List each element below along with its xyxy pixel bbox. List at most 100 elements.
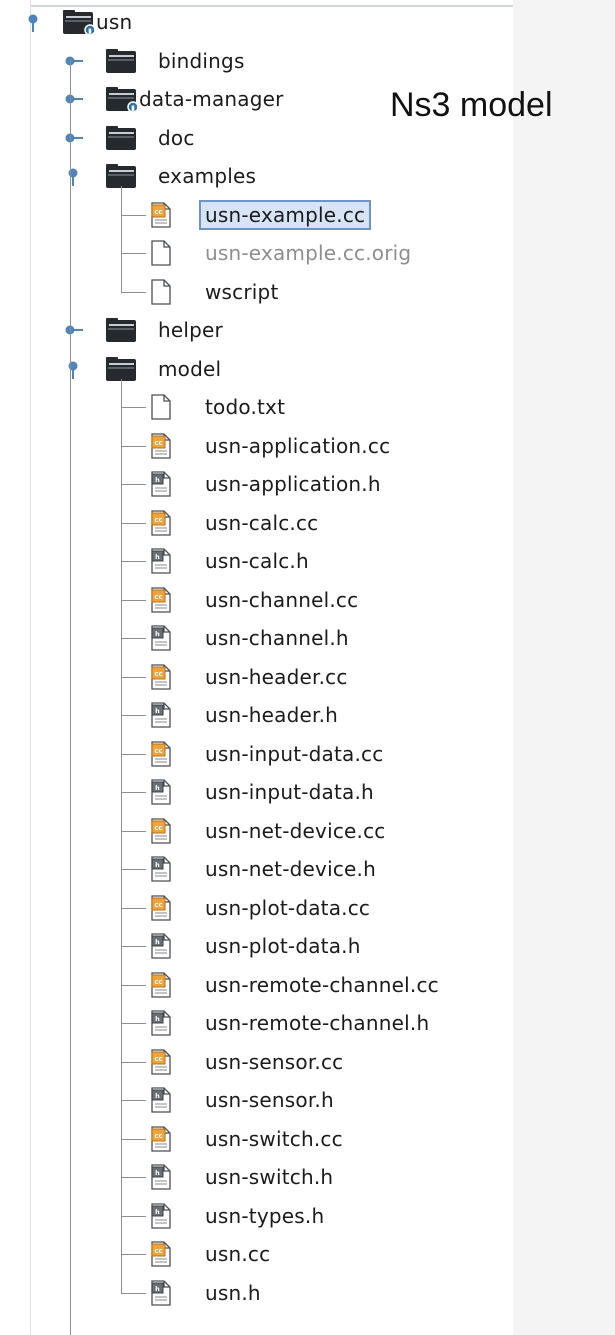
header-file-icon: h <box>151 548 171 574</box>
header-file-icon: h <box>151 1202 171 1229</box>
file-label: usn-switch.h <box>205 1165 334 1189</box>
file-label: usn.h <box>205 1280 261 1305</box>
tree-branch-line <box>121 484 146 485</box>
file-label: usn-channel.h <box>205 626 349 650</box>
file-label: usn-calc.h <box>205 549 309 573</box>
svg-text:h: h <box>155 1015 160 1023</box>
cc-file-icon: cc <box>151 894 171 921</box>
file-usn-header-cc[interactable]: cc usn-header.cc <box>150 659 348 695</box>
file-todo-txt[interactable]: todo.txt <box>150 389 285 425</box>
folder-label: examples <box>158 164 257 188</box>
file-label: usn-remote-channel.h <box>205 1011 430 1035</box>
expand-toggle-icon[interactable] <box>63 51 83 71</box>
file-wscript[interactable]: wscript <box>150 274 279 310</box>
tree-branch-line <box>121 1216 146 1217</box>
header-file-icon: h <box>151 471 171 497</box>
svg-text:cc: cc <box>154 670 162 678</box>
file-usn-sensor-cc[interactable]: cc usn-sensor.cc <box>150 1044 343 1080</box>
file-usn-net-device-cc[interactable]: cc usn-net-device.cc <box>150 813 385 849</box>
svg-text:cc: cc <box>154 1132 162 1140</box>
header-file-icon: h <box>151 1279 171 1306</box>
header-file-icon: h <box>151 1087 171 1113</box>
left-edge-line <box>30 0 31 1335</box>
file-usn-example-cc-orig[interactable]: usn-example.cc.orig <box>150 235 411 271</box>
tree-branch-line <box>121 215 146 216</box>
file-usn-remote-channel-h[interactable]: h usn-remote-channel.h <box>150 1005 429 1041</box>
header-file-icon: h <box>151 1164 171 1190</box>
file-usn-plot-data-cc[interactable]: cc usn-plot-data.cc <box>150 890 370 926</box>
file-usn-net-device-h[interactable]: h usn-net-device.h <box>150 851 376 887</box>
file-label: usn-application.h <box>205 472 381 496</box>
file-usn-example-cc[interactable]: cc usn-example.cc <box>150 197 372 233</box>
file-usn-application-cc[interactable]: cc usn-application.cc <box>150 428 390 464</box>
tree-root-folder[interactable]: ▮ usn <box>62 4 132 40</box>
svg-text:h: h <box>155 1169 160 1177</box>
folder-bindings[interactable]: bindings <box>105 43 245 79</box>
file-usn-switch-cc[interactable]: cc usn-switch.cc <box>150 1121 343 1157</box>
file-usn-input-data-cc[interactable]: cc usn-input-data.cc <box>150 736 383 772</box>
file-label: usn.cc <box>205 1242 271 1266</box>
file-usn-application-h[interactable]: h usn-application.h <box>150 466 381 502</box>
file-label: usn-sensor.h <box>205 1088 334 1112</box>
expand-toggle-icon[interactable] <box>23 12 43 32</box>
folder-helper[interactable]: helper <box>105 312 223 348</box>
folder-label: doc <box>158 125 195 150</box>
file-label: usn-channel.cc <box>205 587 359 612</box>
expand-toggle-icon[interactable] <box>63 166 83 186</box>
file-usn-header-h[interactable]: h usn-header.h <box>150 697 338 733</box>
tree-branch-line <box>121 908 146 909</box>
folder-icon: ▮ <box>63 10 94 35</box>
header-file-icon: h <box>151 702 171 728</box>
file-usn-h[interactable]: h usn.h <box>150 1275 261 1311</box>
tree-branch-line <box>121 754 146 755</box>
svg-text:▮: ▮ <box>88 27 92 35</box>
cc-file-icon: cc <box>151 1048 171 1075</box>
tree-branch-line <box>121 1023 146 1024</box>
file-label: usn-calc.cc <box>205 510 319 535</box>
cc-file-icon: cc <box>151 509 171 536</box>
svg-text:▮: ▮ <box>131 104 135 112</box>
file-usn-cc[interactable]: cc usn.cc <box>150 1236 270 1272</box>
file-label: usn-plot-data.h <box>205 934 361 958</box>
svg-text:h: h <box>155 784 160 792</box>
file-usn-calc-h[interactable]: h usn-calc.h <box>150 543 309 579</box>
tree-branch-line <box>121 946 146 947</box>
folder-doc[interactable]: doc <box>105 120 195 156</box>
file-label: usn-input-data.cc <box>205 741 384 766</box>
text-file-icon <box>151 240 171 266</box>
expand-toggle-icon[interactable] <box>63 359 83 379</box>
file-usn-calc-cc[interactable]: cc usn-calc.cc <box>150 505 318 541</box>
tree-branch-line <box>121 1254 146 1255</box>
svg-text:h: h <box>155 707 160 715</box>
file-usn-plot-data-h[interactable]: h usn-plot-data.h <box>150 928 361 964</box>
file-usn-channel-h[interactable]: h usn-channel.h <box>150 620 349 656</box>
file-usn-sensor-h[interactable]: h usn-sensor.h <box>150 1082 334 1118</box>
tree-branch-line <box>121 292 146 293</box>
expand-toggle-icon[interactable] <box>63 128 83 148</box>
svg-text:h: h <box>155 1285 160 1293</box>
cc-file-icon: cc <box>151 432 171 459</box>
folder-model[interactable]: model <box>105 351 221 387</box>
tree-branch-line <box>121 1293 146 1294</box>
caption-overlay: Ns3 model <box>390 86 553 124</box>
folder-examples[interactable]: examples <box>105 158 256 194</box>
cc-file-icon: cc <box>151 1125 171 1152</box>
file-usn-input-data-h[interactable]: h usn-input-data.h <box>150 774 374 810</box>
expand-toggle-icon[interactable] <box>63 320 83 340</box>
file-label: usn-types.h <box>205 1203 325 1228</box>
tree-branch-line <box>121 792 146 793</box>
file-usn-switch-h[interactable]: h usn-switch.h <box>150 1159 333 1195</box>
svg-text:cc: cc <box>154 1055 162 1063</box>
svg-text:cc: cc <box>154 978 162 986</box>
file-usn-channel-cc[interactable]: cc usn-channel.cc <box>150 582 358 618</box>
svg-text:cc: cc <box>154 1247 162 1255</box>
expand-toggle-icon[interactable] <box>63 89 83 109</box>
folder-icon <box>106 125 136 150</box>
folder-data-manager[interactable]: ▮ data-manager <box>105 81 284 117</box>
file-usn-types-h[interactable]: h usn-types.h <box>150 1198 324 1234</box>
tree-branch-line <box>121 1177 146 1178</box>
tree-branch-line <box>121 831 146 832</box>
svg-text:h: h <box>155 938 160 946</box>
file-usn-remote-channel-cc[interactable]: cc usn-remote-channel.cc <box>150 967 439 1003</box>
svg-text:h: h <box>155 1092 160 1100</box>
